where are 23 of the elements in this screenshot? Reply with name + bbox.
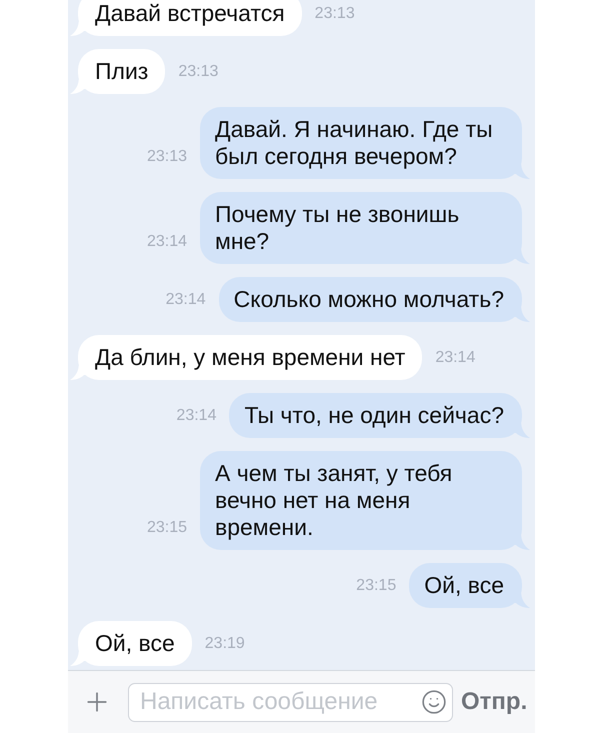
message-time: 23:14: [435, 348, 476, 368]
message-time: 23:15: [146, 518, 187, 538]
message-time: 23:15: [356, 576, 396, 596]
message-text: Ты что, не один сейчас?: [244, 402, 504, 429]
message-time: 23:14: [166, 290, 206, 310]
message-time: 23:19: [204, 634, 245, 654]
message-time: 23:13: [146, 147, 187, 167]
message-time: 23:14: [146, 232, 187, 252]
message-time: 23:14: [176, 406, 216, 426]
message-text: Давай встречатся: [95, 0, 285, 27]
message-input-field[interactable]: Написать сообщение: [128, 682, 453, 722]
message-text: Давай. Я начинаю. Где ты был сегодня вечером?: [215, 116, 494, 170]
message-time: 23:13: [314, 4, 355, 24]
message-text: Ой, все: [95, 630, 175, 657]
send-button[interactable]: Отпр.: [461, 684, 531, 720]
message-text: А чем ты занят, у тебя вечно нет на меня времени.: [215, 460, 454, 541]
message-time: 23:13: [178, 62, 218, 82]
message-text: Плиз: [95, 58, 148, 85]
message-text: Да блин, у меня времени нет: [95, 344, 406, 371]
smiley-icon[interactable]: [421, 689, 447, 715]
message-text: Ой, все: [424, 572, 504, 599]
message-text: Сколько можно молчать?: [234, 286, 504, 313]
message-text: Почему ты не звонишь мне?: [215, 201, 460, 255]
